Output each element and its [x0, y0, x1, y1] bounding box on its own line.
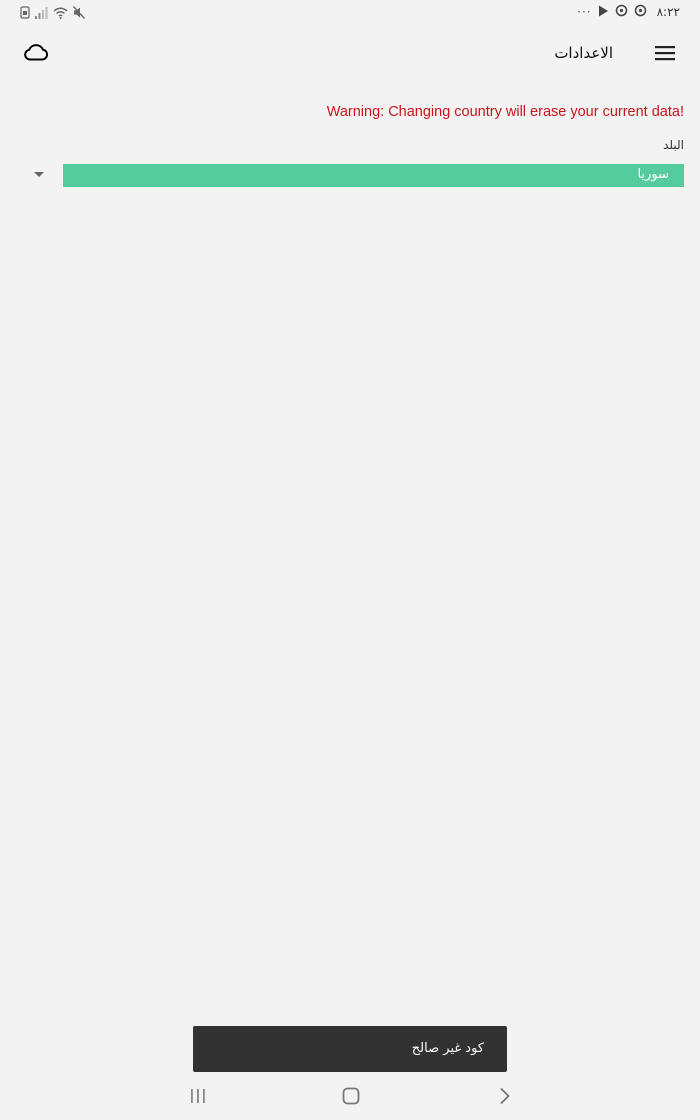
more-notifications-indicator: ···	[577, 5, 592, 19]
sim-icon	[20, 4, 30, 23]
home-icon	[342, 1087, 360, 1109]
back-button[interactable]	[491, 1086, 519, 1110]
menu-button[interactable]	[652, 42, 678, 68]
menu-icon	[655, 45, 675, 65]
country-selected-value: سوريا	[637, 167, 669, 182]
app-bar: الاعدادات	[0, 28, 700, 82]
sync-icon	[615, 4, 628, 20]
clock: ٨:٢٢	[656, 5, 680, 19]
play-store-icon	[598, 5, 609, 20]
mute-icon	[73, 4, 85, 23]
snackbar: كود غير صالح	[193, 1026, 507, 1072]
country-select[interactable]: سوريا	[63, 164, 684, 187]
cloud-sync-button[interactable]	[20, 40, 52, 68]
snackbar-message: كود غير صالح	[411, 1041, 484, 1056]
home-button[interactable]	[337, 1086, 365, 1110]
back-icon	[499, 1087, 511, 1109]
dropdown-arrow-icon[interactable]	[34, 172, 44, 177]
cloud-icon	[23, 43, 49, 65]
navigation-bar	[0, 1078, 700, 1120]
sync-icon-secondary	[634, 4, 647, 20]
status-icons-right: ··· ٨:٢٢	[577, 4, 680, 20]
page-title: الاعدادات	[554, 44, 613, 62]
warning-message: Warning: Changing country will erase you…	[326, 104, 684, 120]
status-bar: ··· ٨:٢٢	[0, 0, 700, 24]
country-label: البلد	[663, 138, 684, 152]
wifi-icon	[53, 4, 68, 23]
status-icons-left	[20, 4, 85, 23]
recents-button[interactable]	[184, 1086, 212, 1110]
signal-icon	[35, 4, 48, 23]
recents-icon	[189, 1088, 207, 1108]
